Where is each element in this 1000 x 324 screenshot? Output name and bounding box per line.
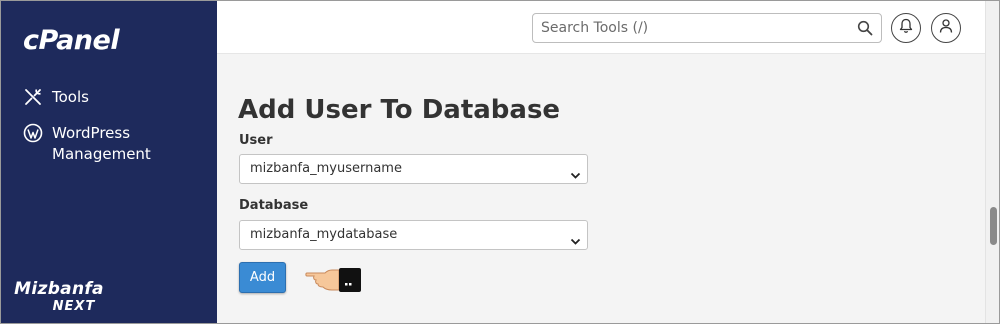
- user-label: User: [239, 133, 273, 148]
- search-box[interactable]: [532, 13, 882, 43]
- sidebar-item-label: WordPress Management: [52, 124, 151, 163]
- top-header: [217, 1, 985, 54]
- mizbanfa-brand-logo: Mizbanfa NEXT: [13, 279, 105, 314]
- user-menu-button[interactable]: [931, 13, 961, 43]
- vertical-scrollbar[interactable]: [985, 1, 999, 323]
- chevron-down-icon: [570, 164, 581, 179]
- cpanel-logo[interactable]: cPanel: [23, 25, 120, 56]
- window-frame: cPanel Tools WordPress Management Mizban…: [0, 0, 1000, 324]
- user-select-value: mizbanfa_myusername: [250, 161, 402, 176]
- database-select-value: mizbanfa_mydatabase: [250, 227, 398, 242]
- user-select[interactable]: mizbanfa_myusername: [239, 154, 588, 184]
- brand-tagline: NEXT: [52, 299, 96, 314]
- database-select[interactable]: mizbanfa_mydatabase: [239, 220, 588, 250]
- search-icon[interactable]: [857, 20, 873, 36]
- sidebar-item-wordpress-management[interactable]: WordPress Management: [23, 123, 151, 165]
- sidebar: cPanel Tools WordPress Management Mizban…: [1, 1, 217, 323]
- pointing-hand-icon: [305, 268, 361, 292]
- sidebar-item-tools[interactable]: Tools: [23, 87, 89, 108]
- scrollbar-thumb[interactable]: [990, 207, 997, 245]
- main-content: Add User To Database User mizbanfa_myuse…: [217, 55, 985, 323]
- sidebar-item-label: Tools: [52, 88, 89, 106]
- page-title: Add User To Database: [238, 95, 561, 125]
- bell-icon: [899, 18, 913, 38]
- user-icon: [939, 18, 953, 38]
- search-input[interactable]: [533, 14, 843, 42]
- chevron-down-icon: [570, 230, 581, 245]
- tools-icon: [23, 87, 43, 107]
- wordpress-icon: [23, 123, 43, 143]
- add-button[interactable]: Add: [239, 262, 286, 293]
- brand-name: Mizbanfa: [14, 279, 104, 299]
- notifications-button[interactable]: [891, 13, 921, 43]
- database-label: Database: [239, 198, 309, 213]
